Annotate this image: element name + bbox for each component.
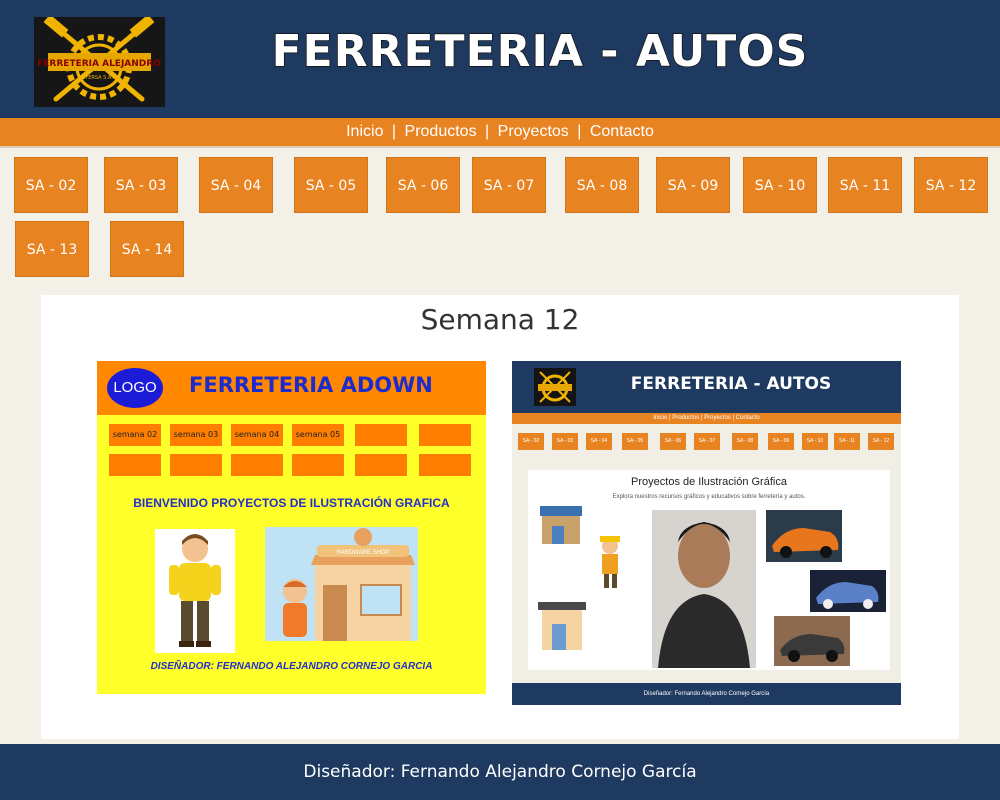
site-header: FERRETERIA ALEJANDRO JOYERSA S.A.C. FERR… bbox=[0, 0, 1000, 118]
nav-divider bbox=[0, 146, 1000, 148]
site-footer: Diseñador: Fernando Alejandro Cornejo Ga… bbox=[0, 744, 1000, 800]
preview-blank-button bbox=[170, 454, 222, 476]
designer-photo bbox=[652, 510, 756, 668]
preview-blank-button bbox=[419, 424, 471, 446]
preview-sa-button: SA - 06 bbox=[660, 433, 686, 450]
sa-05-button[interactable]: SA - 05 bbox=[294, 157, 368, 213]
preview-week-button: semana 05 bbox=[292, 424, 344, 446]
preview-week-button: semana 04 bbox=[231, 424, 283, 446]
preview-sa-button: SA - 10 bbox=[802, 433, 828, 450]
preview-blank-button bbox=[419, 454, 471, 476]
site-title: FERRETERIA - AUTOS bbox=[271, 25, 809, 78]
preview-sa-button: SA - 08 bbox=[732, 433, 758, 450]
preview-sa-button: SA - 09 bbox=[768, 433, 794, 450]
preview-designer-credit: DISEÑADOR: FERNANDO ALEJANDRO CORNEJO GA… bbox=[150, 661, 433, 672]
preview-sa-button: SA - 12 bbox=[868, 433, 894, 450]
preview-nav: Inicio | Productos | Proyectos | Contact… bbox=[512, 413, 901, 424]
preview-logo: LOGO bbox=[107, 368, 163, 408]
nav-separator: | bbox=[391, 123, 397, 140]
svg-text:JOYERSA S.A.C.: JOYERSA S.A.C. bbox=[79, 75, 118, 81]
preview-welcome-text: BIENVENIDO PROYECTOS DE ILUSTRACIÓN GRAF… bbox=[133, 496, 450, 510]
preview-blank-button bbox=[355, 454, 407, 476]
preview-sa-button: SA - 02 bbox=[518, 433, 544, 450]
car-photo-blue bbox=[810, 570, 886, 612]
worker-icon bbox=[600, 536, 620, 588]
hammer-gear-logo-icon bbox=[538, 371, 572, 403]
sa-08-button[interactable]: SA - 08 bbox=[565, 157, 639, 213]
preview-sa-button: SA - 04 bbox=[586, 433, 612, 450]
sa-10-button[interactable]: SA - 10 bbox=[743, 157, 817, 213]
preview-sa-button: SA - 11 bbox=[834, 433, 860, 450]
hardware-store-icon bbox=[538, 602, 586, 650]
man-figure-icon bbox=[169, 534, 221, 647]
preview-sa-button: SA - 03 bbox=[552, 433, 578, 450]
preview-sa-button: SA - 07 bbox=[694, 433, 720, 450]
preview-week-button: semana 03 bbox=[170, 424, 222, 446]
nav-separator: | bbox=[577, 123, 582, 140]
preview-blank-button bbox=[292, 454, 344, 476]
svg-text:HARDWARE SHOP: HARDWARE SHOP bbox=[336, 550, 389, 556]
preview-content-panel: Proyectos de Ilustración Gráfica Explora… bbox=[528, 470, 890, 670]
hammer-gear-logo-icon: FERRETERIA ALEJANDRO JOYERSA S.A.C. bbox=[37, 17, 161, 102]
preview-collage bbox=[538, 506, 886, 668]
sa-07-button[interactable]: SA - 07 bbox=[472, 157, 546, 213]
week-title: Semana 12 bbox=[420, 303, 580, 336]
store-icon bbox=[540, 506, 582, 544]
preview-ferreteria-adown[interactable]: LOGO FERRETERIA ADOWN semana 02 semana 0… bbox=[97, 361, 486, 694]
preview-title: FERRETERIA - AUTOS bbox=[630, 374, 832, 394]
nav-separator: | bbox=[485, 123, 490, 140]
man-illustration bbox=[155, 529, 235, 653]
main-nav: Inicio | Productos | Proyectos | Contact… bbox=[0, 118, 1000, 146]
sa-11-button[interactable]: SA - 11 bbox=[828, 157, 902, 213]
hardware-shop-icon: HARDWARE SHOP bbox=[283, 528, 415, 641]
preview-sa-button: SA - 05 bbox=[622, 433, 648, 450]
sa-09-button[interactable]: SA - 09 bbox=[656, 157, 730, 213]
nav-link-contacto[interactable]: Contacto bbox=[590, 123, 654, 140]
preview-footer: Diseñador: Fernando Alejandro Cornejo Ga… bbox=[512, 683, 901, 705]
sa-14-button[interactable]: SA - 14 bbox=[110, 221, 184, 277]
sa-03-button[interactable]: SA - 03 bbox=[104, 157, 178, 213]
week-panel: Semana 12 LOGO FERRETERIA ADOWN semana 0… bbox=[41, 295, 959, 739]
sa-13-button[interactable]: SA - 13 bbox=[15, 221, 89, 277]
preview-title: FERRETERIA ADOWN bbox=[189, 373, 433, 397]
sa-12-button[interactable]: SA - 12 bbox=[914, 157, 988, 213]
nav-link-productos[interactable]: Productos bbox=[405, 123, 477, 140]
sa-04-button[interactable]: SA - 04 bbox=[199, 157, 273, 213]
preview-week-button: semana 02 bbox=[109, 424, 161, 446]
nav-link-inicio[interactable]: Inicio bbox=[346, 123, 383, 140]
sa-02-button[interactable]: SA - 02 bbox=[14, 157, 88, 213]
svg-text:FERRETERIA ALEJANDRO: FERRETERIA ALEJANDRO bbox=[37, 59, 161, 69]
hardware-shop-illustration: HARDWARE SHOP bbox=[265, 527, 418, 641]
brand-logo[interactable]: FERRETERIA ALEJANDRO JOYERSA S.A.C. bbox=[34, 17, 165, 107]
sa-06-button[interactable]: SA - 06 bbox=[386, 157, 460, 213]
preview-brand-logo bbox=[534, 368, 576, 406]
car-photo-classic bbox=[774, 616, 850, 666]
preview-ferreteria-autos[interactable]: FERRETERIA - AUTOS Inicio | Productos | … bbox=[512, 361, 901, 705]
preview-blank-button bbox=[355, 424, 407, 446]
nav-link-proyectos[interactable]: Proyectos bbox=[498, 123, 569, 140]
preview-blank-button bbox=[231, 454, 283, 476]
car-photo-orange bbox=[766, 510, 842, 562]
preview-blank-button bbox=[109, 454, 161, 476]
